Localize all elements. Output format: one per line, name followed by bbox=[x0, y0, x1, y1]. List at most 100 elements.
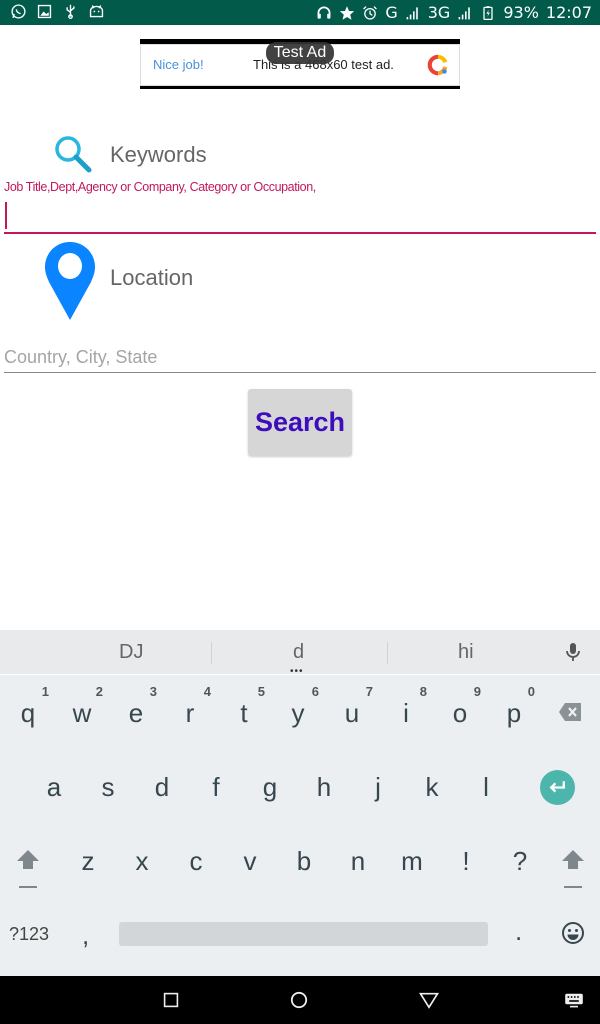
key-label: ! bbox=[462, 846, 470, 876]
key-e[interactable]: e3 bbox=[109, 682, 163, 742]
key-label: z bbox=[81, 846, 95, 876]
search-icon bbox=[55, 136, 92, 173]
more-suggestions-icon[interactable]: ••• bbox=[290, 666, 304, 677]
headset-icon bbox=[317, 6, 331, 19]
key-label: g bbox=[262, 772, 278, 802]
suggestion-3[interactable]: hi bbox=[458, 641, 474, 664]
location-pin-icon bbox=[45, 242, 95, 320]
key-question[interactable]: ? bbox=[493, 830, 547, 890]
key-q[interactable]: q1 bbox=[1, 682, 55, 742]
navigation-bar bbox=[0, 976, 600, 1024]
image-icon bbox=[37, 4, 52, 19]
key-p[interactable]: p0 bbox=[487, 682, 541, 742]
key-number-hint: 8 bbox=[419, 684, 427, 699]
key-y[interactable]: y6 bbox=[271, 682, 325, 742]
key-label: t bbox=[240, 698, 248, 728]
key-z[interactable]: z bbox=[61, 830, 115, 890]
key-g[interactable]: g bbox=[243, 756, 297, 816]
enter-key[interactable] bbox=[540, 770, 575, 805]
comma-key[interactable]: , bbox=[82, 920, 89, 951]
location-label: Location bbox=[110, 265, 194, 290]
key-c[interactable]: c bbox=[169, 830, 223, 890]
key-a[interactable]: a bbox=[27, 756, 81, 816]
keywords-hint: Job Title,Dept,Agency or Company, Catego… bbox=[4, 180, 316, 194]
key-o[interactable]: o9 bbox=[433, 682, 487, 742]
key-b[interactable]: b bbox=[277, 830, 331, 890]
search-button[interactable]: Search bbox=[248, 389, 352, 456]
shift-key-right[interactable] bbox=[560, 848, 590, 893]
suggestion-2[interactable]: d bbox=[293, 641, 304, 664]
key-label: j bbox=[375, 772, 381, 802]
key-label: x bbox=[135, 846, 149, 876]
emoji-icon[interactable] bbox=[561, 921, 585, 945]
period-key[interactable]: . bbox=[515, 916, 522, 947]
key-exclamation[interactable]: ! bbox=[439, 830, 493, 890]
key-t[interactable]: t5 bbox=[217, 682, 271, 742]
key-h[interactable]: h bbox=[297, 756, 351, 816]
suggestion-1[interactable]: DJ bbox=[119, 641, 143, 664]
key-label: q bbox=[20, 698, 36, 728]
keywords-label: Keywords bbox=[110, 142, 207, 167]
ad-headline: Nice job! bbox=[153, 57, 204, 72]
key-label: f bbox=[212, 772, 220, 802]
suggestion-bar: DJ d ••• hi bbox=[0, 630, 600, 677]
key-d[interactable]: d bbox=[135, 756, 189, 816]
key-k[interactable]: k bbox=[405, 756, 459, 816]
key-r[interactable]: r4 bbox=[163, 682, 217, 742]
android-debug-icon bbox=[89, 5, 104, 18]
key-number-hint: 4 bbox=[203, 684, 211, 699]
key-label: p bbox=[506, 698, 522, 728]
key-label: v bbox=[243, 846, 257, 876]
symbols-key[interactable]: ?123 bbox=[9, 924, 49, 945]
backspace-icon[interactable] bbox=[557, 702, 583, 722]
signal-icon bbox=[406, 6, 418, 19]
key-label: y bbox=[291, 698, 305, 728]
key-label: m bbox=[401, 846, 423, 876]
location-input[interactable] bbox=[4, 342, 596, 373]
shift-key-left[interactable] bbox=[15, 848, 45, 893]
suggestion-divider bbox=[387, 642, 388, 664]
key-i[interactable]: i8 bbox=[379, 682, 433, 742]
key-x[interactable]: x bbox=[115, 830, 169, 890]
key-number-hint: 2 bbox=[95, 684, 103, 699]
back-icon[interactable] bbox=[418, 992, 440, 1009]
key-label: l bbox=[483, 772, 489, 802]
key-number-hint: 0 bbox=[527, 684, 535, 699]
key-label: b bbox=[296, 846, 312, 876]
shift-icon bbox=[17, 850, 39, 869]
suggestion-divider bbox=[211, 642, 212, 664]
key-label: s bbox=[101, 772, 115, 802]
key-number-hint: 7 bbox=[365, 684, 373, 699]
key-number-hint: 6 bbox=[311, 684, 319, 699]
keywords-input[interactable] bbox=[4, 198, 596, 234]
enter-icon bbox=[549, 781, 565, 793]
key-s[interactable]: s bbox=[81, 756, 135, 816]
key-j[interactable]: j bbox=[351, 756, 405, 816]
home-icon[interactable] bbox=[290, 991, 308, 1009]
space-bar[interactable] bbox=[119, 922, 488, 946]
key-label: w bbox=[72, 698, 92, 728]
key-w[interactable]: w2 bbox=[55, 682, 109, 742]
key-l[interactable]: l bbox=[459, 756, 513, 816]
key-number-hint: 3 bbox=[149, 684, 157, 699]
network-g: G bbox=[385, 3, 398, 22]
key-number-hint: 5 bbox=[257, 684, 265, 699]
signal-icon-2 bbox=[458, 6, 471, 19]
key-n[interactable]: n bbox=[331, 830, 385, 890]
text-cursor bbox=[5, 202, 7, 229]
keyboard-switch-icon[interactable] bbox=[564, 993, 584, 1009]
microphone-icon[interactable] bbox=[563, 641, 583, 663]
network-3g: 3G bbox=[427, 3, 451, 22]
battery-level: 93% bbox=[503, 3, 539, 22]
key-u[interactable]: u7 bbox=[325, 682, 379, 742]
key-v[interactable]: v bbox=[223, 830, 277, 890]
key-f[interactable]: f bbox=[189, 756, 243, 816]
key-label: u bbox=[344, 698, 360, 728]
usb-icon bbox=[66, 4, 75, 19]
key-m[interactable]: m bbox=[385, 830, 439, 890]
recents-icon[interactable] bbox=[163, 992, 179, 1008]
key-label: r bbox=[185, 698, 195, 728]
alarm-icon bbox=[363, 5, 378, 20]
key-number-hint: 9 bbox=[473, 684, 481, 699]
test-ad-badge: Test Ad bbox=[266, 42, 334, 64]
